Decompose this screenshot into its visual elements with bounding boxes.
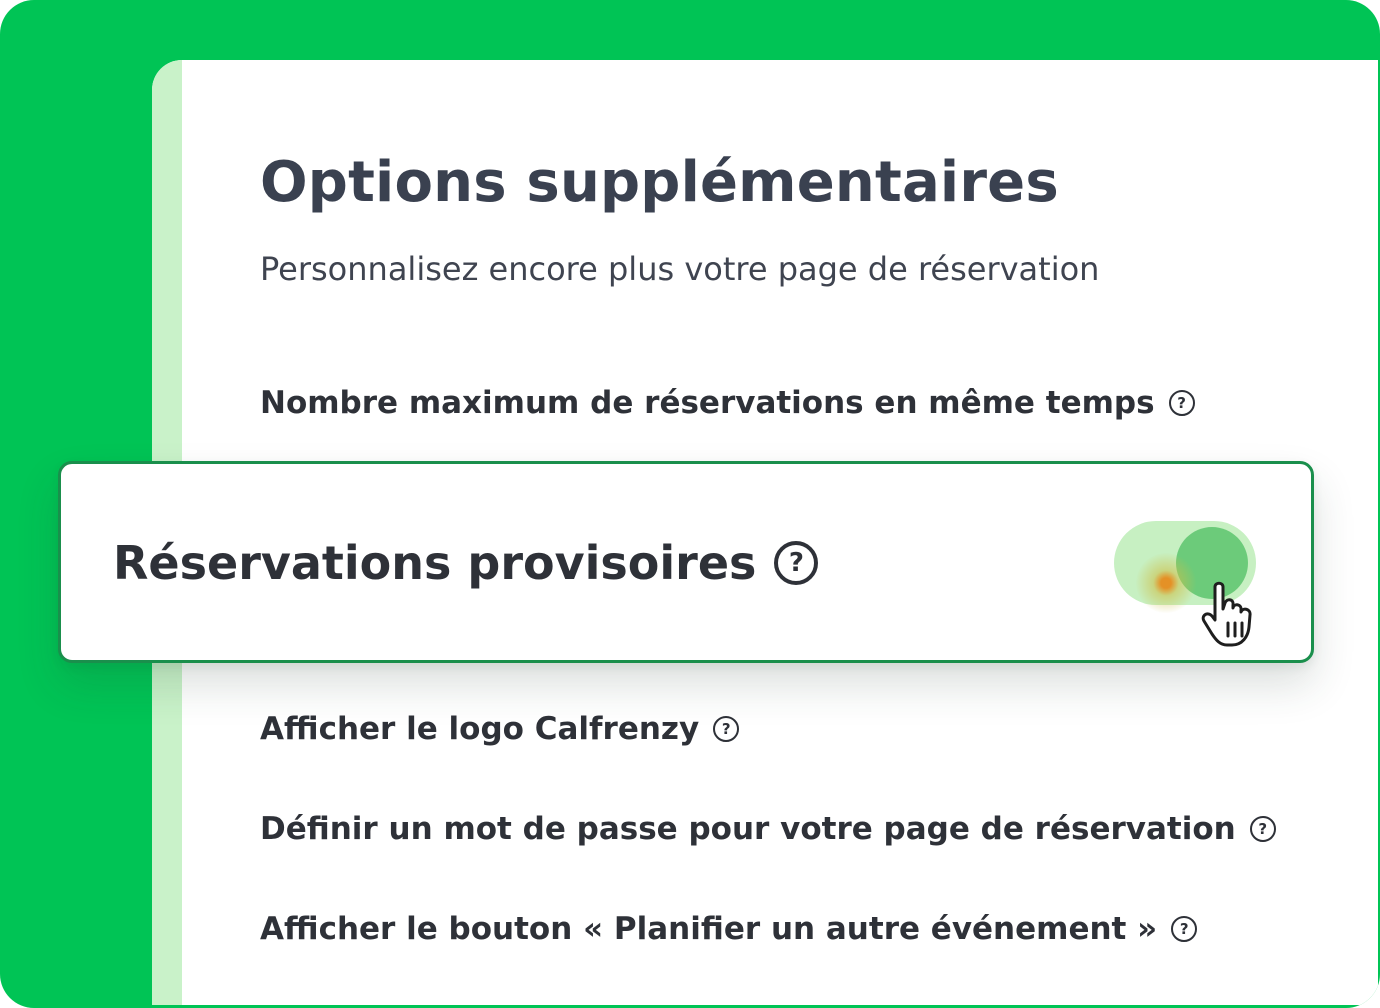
- question-circle-icon[interactable]: [774, 541, 819, 585]
- option-show-logo[interactable]: Afficher le logo Calfrenzy: [260, 711, 740, 747]
- hand-pointer-cursor-icon: [1201, 581, 1252, 647]
- question-circle-icon[interactable]: [1249, 816, 1276, 842]
- question-circle-icon[interactable]: [713, 716, 740, 742]
- page-subtitle: Personnalisez encore plus votre page de …: [260, 250, 1100, 288]
- click-ripple-indicator: [1136, 553, 1196, 613]
- option-max-bookings-label: Nombre maximum de réservations en même t…: [260, 385, 1155, 421]
- provisional-bookings-card: Réservations provisoires: [58, 461, 1314, 663]
- option-password[interactable]: Définir un mot de passe pour votre page …: [260, 811, 1276, 847]
- option-password-label: Définir un mot de passe pour votre page …: [260, 811, 1236, 847]
- option-schedule-another-label: Afficher le bouton « Planifier un autre …: [260, 911, 1158, 947]
- option-max-bookings[interactable]: Nombre maximum de réservations en même t…: [260, 385, 1195, 421]
- option-show-logo-label: Afficher le logo Calfrenzy: [260, 711, 700, 747]
- provisional-bookings-label: Réservations provisoires: [113, 536, 757, 590]
- question-circle-icon[interactable]: [1171, 916, 1198, 942]
- question-circle-icon[interactable]: [1168, 390, 1195, 416]
- option-schedule-another[interactable]: Afficher le bouton « Planifier un autre …: [260, 911, 1198, 947]
- provisional-bookings-row: Réservations provisoires: [113, 536, 819, 590]
- page-title: Options supplémentaires: [260, 150, 1059, 215]
